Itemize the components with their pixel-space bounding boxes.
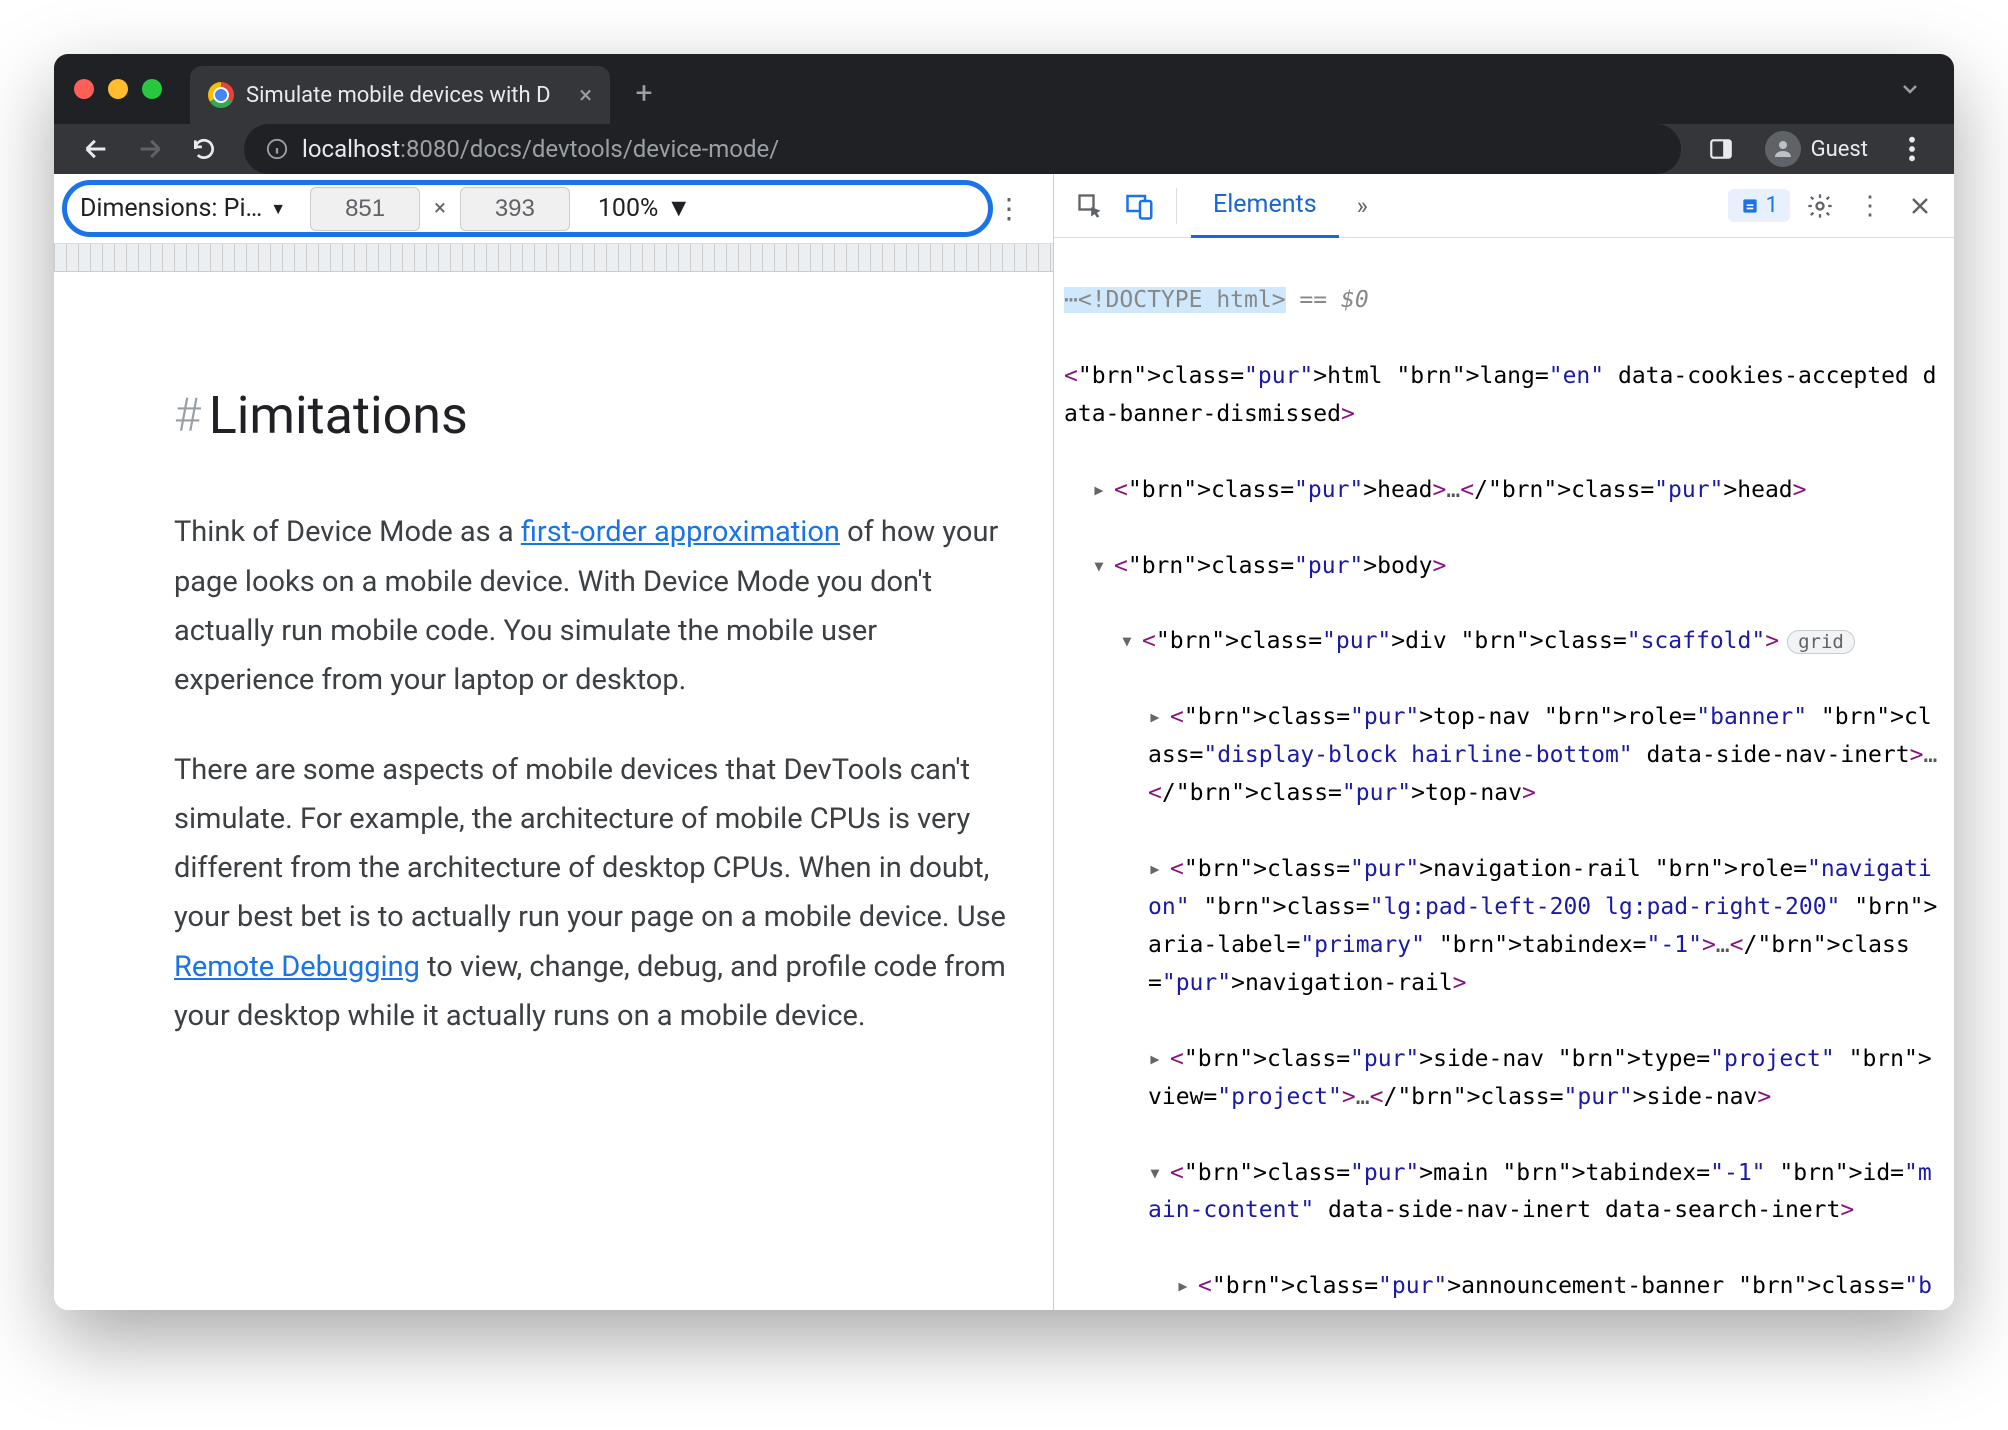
reload-button[interactable] [180, 125, 228, 173]
chrome-icon [208, 82, 234, 108]
browser-tab[interactable]: Simulate mobile devices with D × [190, 66, 610, 124]
devtools-toolbar: Elements » 1 ⋮ [1054, 174, 1954, 238]
dom-tree[interactable]: ⋯<!DOCTYPE html> == $0 <"brn">class="pur… [1054, 238, 1954, 1310]
zoom-dropdown[interactable]: 100% ▼ [580, 194, 709, 223]
devtools-menu-icon[interactable]: ⋮ [1850, 186, 1890, 226]
issues-badge[interactable]: 1 [1728, 189, 1790, 222]
tabs-dropdown-icon[interactable] [1886, 77, 1934, 101]
close-devtools-icon[interactable] [1900, 186, 1940, 226]
dom-node[interactable]: ▾<"brn">class="pur">body> [1064, 548, 1944, 586]
device-toolbar-menu-icon[interactable]: ⋮ [995, 205, 1023, 213]
settings-icon[interactable] [1800, 186, 1840, 226]
browser-menu-icon[interactable] [1888, 125, 1936, 173]
window-controls [74, 79, 162, 99]
chevron-down-icon: ▼ [666, 194, 691, 223]
dom-node[interactable]: <"brn">class="pur">html "brn">lang="en" … [1064, 358, 1944, 434]
dom-node[interactable]: ▸<"brn">class="pur">announcement-banner … [1064, 1268, 1944, 1310]
side-panel-icon[interactable] [1697, 125, 1745, 173]
maximize-window-button[interactable] [142, 79, 162, 99]
close-tab-icon[interactable]: × [579, 81, 592, 109]
device-toolbar: Dimensions: Pi… ▼ × 100% ▼ ⋮ [54, 174, 1053, 244]
divider [1176, 188, 1177, 224]
grid-badge[interactable]: grid [1787, 630, 1855, 654]
devtools-pane: Elements » 1 ⋮ ⋯<!DOCTYPE html> [1054, 174, 1954, 1310]
paragraph: Think of Device Mode as a first-order ap… [174, 508, 1015, 705]
page-viewport[interactable]: #Limitations Think of Device Mode as a f… [54, 272, 1053, 1310]
dom-node[interactable]: ▸<"brn">class="pur">side-nav "brn">type=… [1064, 1041, 1944, 1117]
height-input[interactable] [460, 187, 570, 231]
chevron-down-icon: ▼ [270, 199, 286, 219]
browser-window: Simulate mobile devices with D × + local… [54, 54, 1954, 1310]
forward-button[interactable] [126, 125, 174, 173]
hash-icon: # [174, 377, 201, 455]
dom-node[interactable]: ▸<"brn">class="pur">top-nav "brn">role="… [1064, 699, 1944, 813]
new-tab-button[interactable]: + [622, 71, 666, 115]
link-first-order[interactable]: first-order approximation [521, 515, 840, 549]
more-tabs-icon[interactable]: » [1345, 192, 1380, 220]
inspect-icon[interactable] [1068, 184, 1112, 228]
dom-node[interactable]: ▸<"brn">class="pur">head>…</"brn">class=… [1064, 472, 1944, 510]
link-remote-debugging[interactable]: Remote Debugging [174, 950, 420, 984]
dom-node[interactable]: ▾<"brn">class="pur">div "brn">class="sca… [1064, 623, 1944, 661]
times-separator: × [430, 196, 450, 221]
avatar-icon [1765, 131, 1801, 167]
tab-title: Simulate mobile devices with D [246, 83, 551, 108]
device-mode-pane: Dimensions: Pi… ▼ × 100% ▼ ⋮ #Limitation… [54, 174, 1054, 1310]
ruler [54, 244, 1053, 272]
content-area: Dimensions: Pi… ▼ × 100% ▼ ⋮ #Limitation… [54, 174, 1954, 1310]
titlebar: Simulate mobile devices with D × + [54, 54, 1954, 124]
issue-icon [1740, 196, 1760, 216]
url-input[interactable]: localhost:8080/docs/devtools/device-mode… [244, 124, 1681, 174]
address-bar: localhost:8080/docs/devtools/device-mode… [54, 124, 1954, 174]
info-icon [266, 138, 288, 160]
profile-button[interactable]: Guest [1751, 125, 1882, 173]
back-button[interactable] [72, 125, 120, 173]
close-window-button[interactable] [74, 79, 94, 99]
minimize-window-button[interactable] [108, 79, 128, 99]
dimensions-dropdown[interactable]: Dimensions: Pi… ▼ [66, 194, 300, 223]
profile-label: Guest [1811, 137, 1868, 162]
dom-node[interactable]: ▸<"brn">class="pur">navigation-rail "brn… [1064, 851, 1944, 1003]
paragraph: There are some aspects of mobile devices… [174, 746, 1015, 1042]
width-input[interactable] [310, 187, 420, 231]
dom-node[interactable]: ▾<"brn">class="pur">main "brn">tabindex=… [1064, 1155, 1944, 1231]
device-toggle-icon[interactable] [1118, 184, 1162, 228]
tab-elements[interactable]: Elements [1191, 174, 1339, 238]
page-heading: #Limitations [174, 372, 1015, 460]
url-text: localhost:8080/docs/devtools/device-mode… [302, 135, 779, 163]
